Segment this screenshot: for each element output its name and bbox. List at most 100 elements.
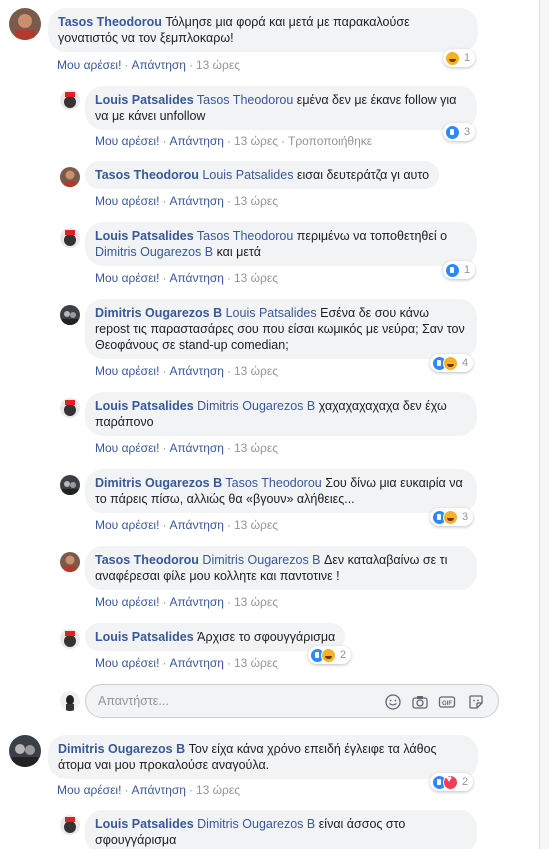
comment-mention[interactable]: Dimitris Ougarezos B: [197, 399, 315, 413]
like-link[interactable]: Μου αρέσει!: [95, 364, 159, 378]
like-link[interactable]: Μου αρέσει!: [95, 518, 159, 532]
like-link[interactable]: Μου αρέσει!: [57, 58, 121, 72]
timestamp[interactable]: 13 ώρες: [234, 271, 278, 285]
comment-author[interactable]: Louis Patsalides: [95, 630, 194, 644]
comment-actions: Μου αρέσει! · Απάντηση · 13 ώρες: [95, 518, 278, 532]
reply-link[interactable]: Απάντηση: [169, 656, 224, 670]
timestamp[interactable]: 13 ώρες: [234, 595, 278, 609]
comment-mention-2[interactable]: Dimitris Ougarezos B: [95, 245, 213, 259]
reply-link[interactable]: Απάντηση: [169, 441, 224, 455]
emoji-icon[interactable]: [384, 693, 402, 711]
comment-bubble: Tasos Theodorou Dimitris Ougarezos B Δεν…: [85, 546, 477, 590]
timestamp[interactable]: 13 ώρες: [234, 194, 278, 208]
comment-author[interactable]: Dimitris Ougarezos B: [95, 306, 222, 320]
comment-author[interactable]: Tasos Theodorou: [95, 168, 199, 182]
avatar[interactable]: [60, 228, 80, 248]
gif-icon[interactable]: GIF: [438, 693, 456, 711]
comment-bubble: Louis Patsalides Tasos Theodorou εμένα δ…: [85, 86, 477, 130]
sticker-icon[interactable]: [467, 693, 485, 711]
separator: ·: [162, 194, 167, 208]
reply-link[interactable]: Απάντηση: [169, 364, 224, 378]
reply-link[interactable]: Απάντηση: [169, 518, 224, 532]
timestamp[interactable]: 13 ώρες: [234, 441, 278, 455]
reply-link[interactable]: Απάντηση: [169, 271, 224, 285]
comment-author[interactable]: Tasos Theodorou: [58, 15, 162, 29]
separator: ·: [226, 518, 231, 532]
reaction-summary[interactable]: 3: [443, 123, 476, 141]
comment-author[interactable]: Tasos Theodorou: [95, 553, 199, 567]
reaction-summary[interactable]: 2: [308, 646, 352, 664]
reaction-count: 2: [462, 776, 469, 788]
reply-composer: GIF: [85, 684, 499, 718]
comment-author[interactable]: Louis Patsalides: [95, 817, 194, 831]
timestamp[interactable]: 13 ώρες: [234, 518, 278, 532]
edited-label[interactable]: Τροποποιήθηκε: [288, 134, 372, 148]
separator: ·: [226, 441, 231, 455]
comment-mention[interactable]: Dimitris Ougarezos B: [197, 817, 315, 831]
reply-link[interactable]: Απάντηση: [131, 783, 186, 797]
timestamp[interactable]: 13 ώρες: [234, 134, 278, 148]
comment-bubble: Dimitris Ougarezos B Τον είχα κάνα χρόνο…: [48, 735, 478, 779]
profile-photo-icon: [60, 552, 80, 572]
like-link[interactable]: Μου αρέσει!: [95, 134, 159, 148]
separator: ·: [124, 58, 129, 72]
scrollbar-track[interactable]: [539, 0, 549, 849]
comment-text: εισαι δευτεράτζα γι αυτο: [296, 168, 430, 182]
comment-mention[interactable]: Dimitris Ougarezos B: [202, 553, 320, 567]
reply-link[interactable]: Απάντηση: [131, 58, 186, 72]
reaction-count: 2: [340, 649, 347, 661]
avatar[interactable]: [60, 167, 80, 187]
separator: ·: [162, 656, 167, 670]
comment-mention[interactable]: Louis Patsalides: [202, 168, 293, 182]
like-link[interactable]: Μου αρέσει!: [95, 194, 159, 208]
comment-author[interactable]: Louis Patsalides: [95, 93, 194, 107]
timestamp[interactable]: 13 ώρες: [234, 364, 278, 378]
avatar[interactable]: [60, 475, 80, 495]
reaction-summary[interactable]: 4: [430, 354, 474, 372]
reply-link[interactable]: Απάντηση: [169, 194, 224, 208]
avatar[interactable]: [9, 735, 41, 767]
comment-mention[interactable]: Tasos Theodorou: [197, 93, 293, 107]
current-user-avatar[interactable]: [60, 691, 80, 711]
reply-input[interactable]: [98, 692, 368, 710]
reply-link[interactable]: Απάντηση: [169, 134, 224, 148]
reaction-summary[interactable]: 1: [443, 261, 476, 279]
avatar[interactable]: [60, 815, 80, 835]
comment-author[interactable]: Dimitris Ougarezos B: [95, 476, 222, 490]
separator: ·: [162, 518, 167, 532]
comment-author[interactable]: Louis Patsalides: [95, 229, 194, 243]
comment-actions: Μου αρέσει! · Απάντηση · 13 ώρες: [57, 58, 240, 72]
separator: ·: [162, 595, 167, 609]
comment-bubble: Louis Patsalides Dimitris Ougarezos B εί…: [85, 810, 477, 849]
timestamp[interactable]: 13 ώρες: [234, 656, 278, 670]
avatar[interactable]: [60, 552, 80, 572]
comment-actions: Μου αρέσει! · Απάντηση · 13 ώρες: [95, 194, 278, 208]
avatar[interactable]: [60, 305, 80, 325]
comment-mention[interactable]: Tasos Theodorou: [225, 476, 321, 490]
comment-mention[interactable]: Louis Patsalides: [226, 306, 317, 320]
reaction-summary[interactable]: 3: [430, 508, 474, 526]
avatar[interactable]: [60, 629, 80, 649]
avatar[interactable]: [60, 398, 80, 418]
avatar[interactable]: [60, 90, 80, 110]
camera-icon[interactable]: [411, 693, 429, 711]
like-link[interactable]: Μου αρέσει!: [95, 441, 159, 455]
profile-photo-icon: [60, 228, 80, 248]
comment-mention[interactable]: Tasos Theodorou: [197, 229, 293, 243]
comment-author[interactable]: Louis Patsalides: [95, 399, 194, 413]
reply-link[interactable]: Απάντηση: [169, 595, 224, 609]
reaction-summary[interactable]: 2: [430, 773, 474, 791]
timestamp[interactable]: 13 ώρες: [196, 783, 240, 797]
separator: ·: [162, 134, 167, 148]
timestamp[interactable]: 13 ώρες: [196, 58, 240, 72]
comment-author[interactable]: Dimitris Ougarezos B: [58, 742, 185, 756]
reaction-summary[interactable]: 1: [443, 49, 476, 67]
svg-text:GIF: GIF: [442, 701, 452, 707]
profile-photo-icon: [60, 475, 80, 495]
like-link[interactable]: Μου αρέσει!: [95, 271, 159, 285]
profile-photo-icon: [9, 8, 41, 40]
avatar[interactable]: [9, 8, 41, 40]
like-link[interactable]: Μου αρέσει!: [95, 595, 159, 609]
like-link[interactable]: Μου αρέσει!: [95, 656, 159, 670]
like-link[interactable]: Μου αρέσει!: [57, 783, 121, 797]
